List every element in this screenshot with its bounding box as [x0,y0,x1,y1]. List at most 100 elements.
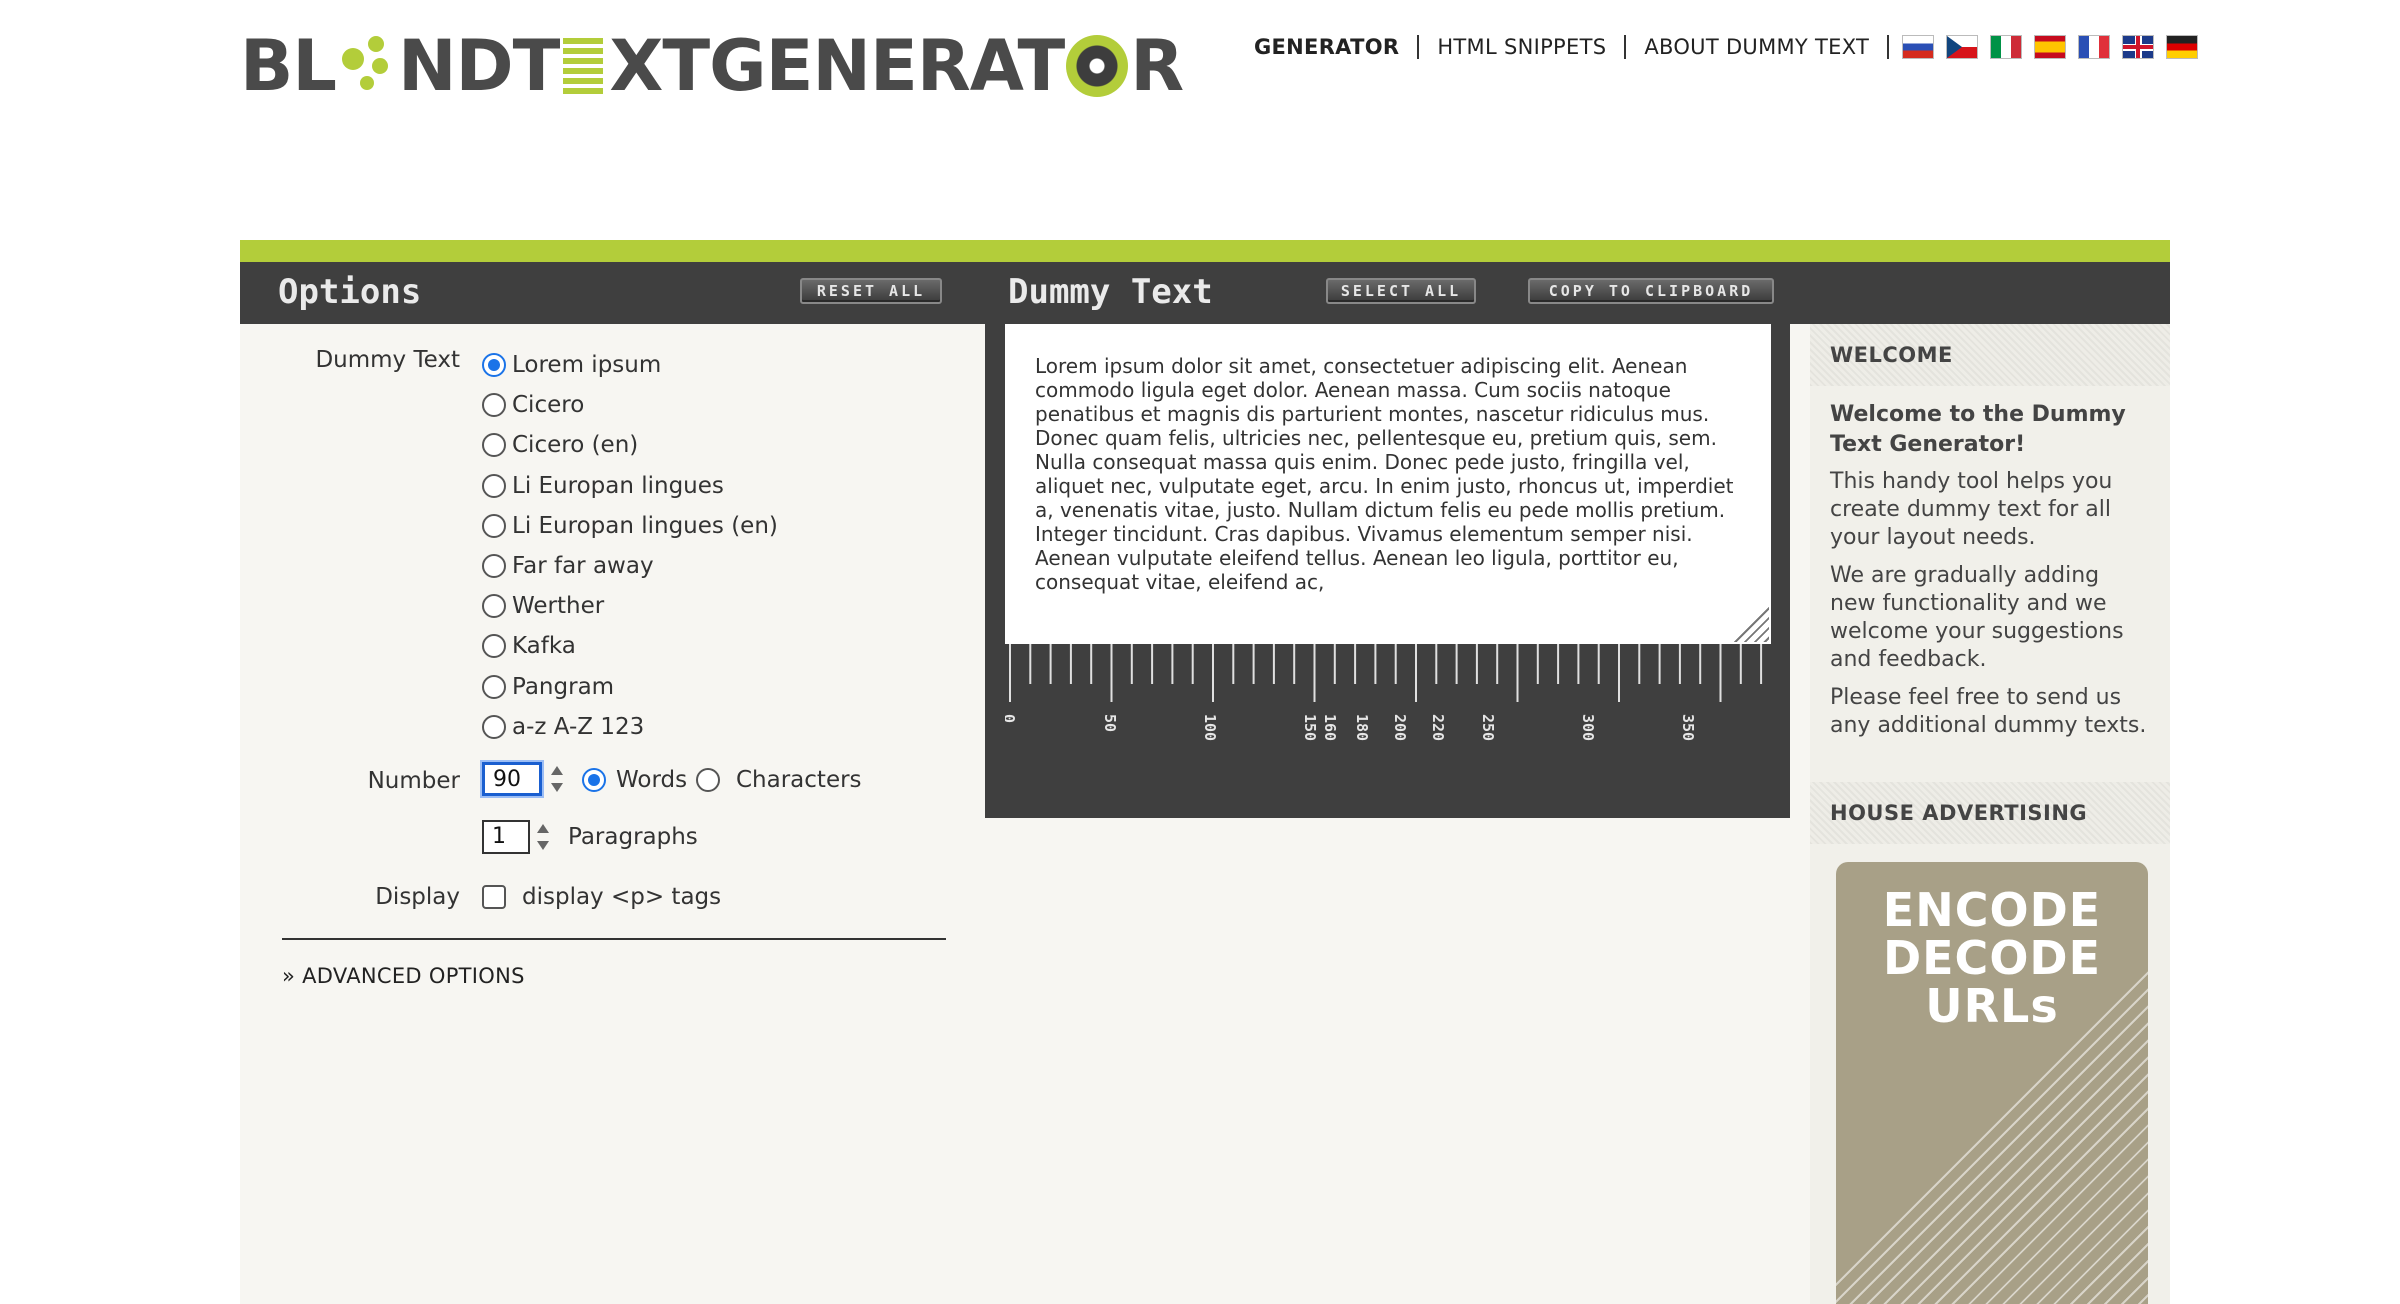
radio-option[interactable]: Li Europan lingues (en) [482,506,778,546]
resize-handle-icon[interactable] [1733,606,1769,642]
select-all-button[interactable]: SELECT ALL [1326,278,1476,304]
radio-button[interactable] [482,634,506,659]
paragraphs-stepper-icon[interactable] [536,822,550,852]
radio-option[interactable]: Cicero [482,385,778,425]
ruler-label: 200 [1391,714,1409,741]
ruler-label: 350 [1679,714,1697,741]
dummy-text-radio-group: Lorem ipsum Cicero Cicero (en) Li Europa… [482,345,778,747]
radio-label: Kafka [512,633,576,660]
character-ruler: 0 50 100 150160 180 200 220 250 300 350 [1005,644,1763,741]
radio-option[interactable]: Kafka [482,626,778,666]
flag-spanish-icon[interactable] [2035,36,2066,58]
radio-label: Pangram [512,673,615,700]
language-flags [1887,35,2198,59]
flag-english-icon[interactable] [2123,36,2154,58]
radio-option[interactable]: Cicero (en) [482,425,778,465]
nav-generator[interactable]: GENERATOR [1254,35,1417,59]
ruler-label: 100 [1201,714,1219,741]
ruler-label: 250 [1479,714,1497,741]
display-label: Display [375,884,460,910]
logo-text-bl: BL [240,25,337,107]
nav-html-snippets[interactable]: HTML SNIPPETS [1417,35,1624,59]
unit-characters-option[interactable]: Characters [696,767,862,793]
unit-characters-label: Characters [736,767,862,793]
radio-button[interactable] [482,513,506,538]
ad-line: ENCODE [1882,883,2102,937]
ruler-label: 150 [1301,714,1319,741]
ad-line: URLs [1925,979,2059,1033]
welcome-paragraph: This handy tool helps you create dummy t… [1830,469,2113,550]
radio-label: Lorem ipsum [512,352,662,379]
logo-text-ndt: NDT [397,25,560,107]
display-p-tags-option[interactable]: display <p> tags [482,884,721,910]
ruler-label: 300 [1579,714,1597,741]
logo-dots-icon [338,30,396,102]
radio-button[interactable] [482,594,506,619]
advanced-options-link[interactable]: » ADVANCED OPTIONS [282,964,525,988]
radio-label: a-z A-Z 123 [512,713,645,740]
paragraphs-label: Paragraphs [568,824,698,850]
flag-czech-icon[interactable] [1947,36,1978,58]
flag-french-icon[interactable] [2079,36,2110,58]
dummy-text-output[interactable]: Lorem ipsum dolor sit amet, consectetuer… [1005,324,1771,644]
radio-label: Cicero [512,392,585,419]
main-frame: Options RESET ALL Dummy Text SELECT ALL … [240,240,2170,1304]
welcome-title: Welcome to the Dummy Text Generator! [1830,402,2126,457]
radio-option[interactable]: Werther [482,586,778,626]
ad-line: DECODE [1882,931,2102,985]
top-navigation: GENERATOR HTML SNIPPETS ABOUT DUMMY TEXT [1254,32,2198,62]
welcome-heading: WELCOME [1810,324,2170,386]
reset-all-button[interactable]: RESET ALL [800,278,942,304]
options-title: Options [278,272,422,312]
logo-text-xtgenerat: XTGENERAT [609,25,1065,107]
dummy-text-label: Dummy Text [315,347,460,373]
logo-gear-icon [1066,35,1129,97]
sidebar: WELCOME Welcome to the Dummy Text Genera… [1810,324,2170,1304]
dummy-text-content: Lorem ipsum dolor sit amet, consectetuer… [1035,354,1734,594]
ruler-label: 180 [1353,714,1371,741]
ruler-label: 0 [1005,714,1018,723]
radio-option[interactable]: Lorem ipsum [482,345,778,385]
logo[interactable]: BL NDT XTGENERAT R [240,25,1184,107]
radio-button[interactable] [482,473,506,498]
ruler-label: 160 [1321,714,1339,741]
paragraphs-input[interactable]: 1 [482,820,530,854]
ruler-label: 50 [1101,714,1119,732]
radio-option[interactable]: Pangram [482,667,778,707]
welcome-paragraph: Please feel free to send us any addition… [1830,685,2147,738]
radio-option[interactable]: Far far away [482,546,778,586]
number-input[interactable]: 90 [480,760,544,798]
display-p-tags-checkbox[interactable] [482,885,506,909]
radio-button[interactable] [482,714,506,739]
number-stepper-icon[interactable] [550,764,564,794]
welcome-paragraph: We are gradually adding new functionalit… [1830,563,2124,672]
house-advertising-heading: HOUSE ADVERTISING [1810,782,2170,844]
radio-button[interactable] [482,433,506,458]
radio-button[interactable] [696,768,720,792]
radio-option[interactable]: a-z A-Z 123 [482,707,778,747]
radio-button[interactable] [482,674,506,699]
dummy-text-panel: Lorem ipsum dolor sit amet, consectetuer… [985,324,1790,818]
flag-italian-icon[interactable] [1991,36,2022,58]
radio-button[interactable] [582,768,606,792]
radio-label: Cicero (en) [512,432,639,459]
unit-words-option[interactable]: Words [582,767,687,793]
nav-about-dummy-text[interactable]: ABOUT DUMMY TEXT [1624,35,1887,59]
radio-button[interactable] [482,353,506,378]
radio-label: Li Europan lingues [512,472,724,499]
panel-header-bar: Options RESET ALL Dummy Text SELECT ALL … [240,262,2170,324]
encode-decode-urls-ad[interactable]: ENCODE DECODE URLs [1836,862,2148,1304]
flag-german-icon[interactable] [2167,36,2198,58]
ruler-label: 220 [1429,714,1447,741]
radio-button[interactable] [482,554,506,579]
radio-option[interactable]: Li Europan lingues [482,466,778,506]
ad-text: ENCODE DECODE URLs [1836,886,2148,1030]
copy-to-clipboard-button[interactable]: COPY TO CLIPBOARD [1528,278,1774,304]
logo-lines-icon [563,38,604,94]
flag-russian-icon[interactable] [1903,36,1934,58]
radio-label: Far far away [512,553,654,580]
welcome-body: Welcome to the Dummy Text Generator! Thi… [1810,386,2170,740]
radio-label: Werther [512,593,605,620]
accent-bar [240,240,2170,262]
radio-button[interactable] [482,393,506,418]
